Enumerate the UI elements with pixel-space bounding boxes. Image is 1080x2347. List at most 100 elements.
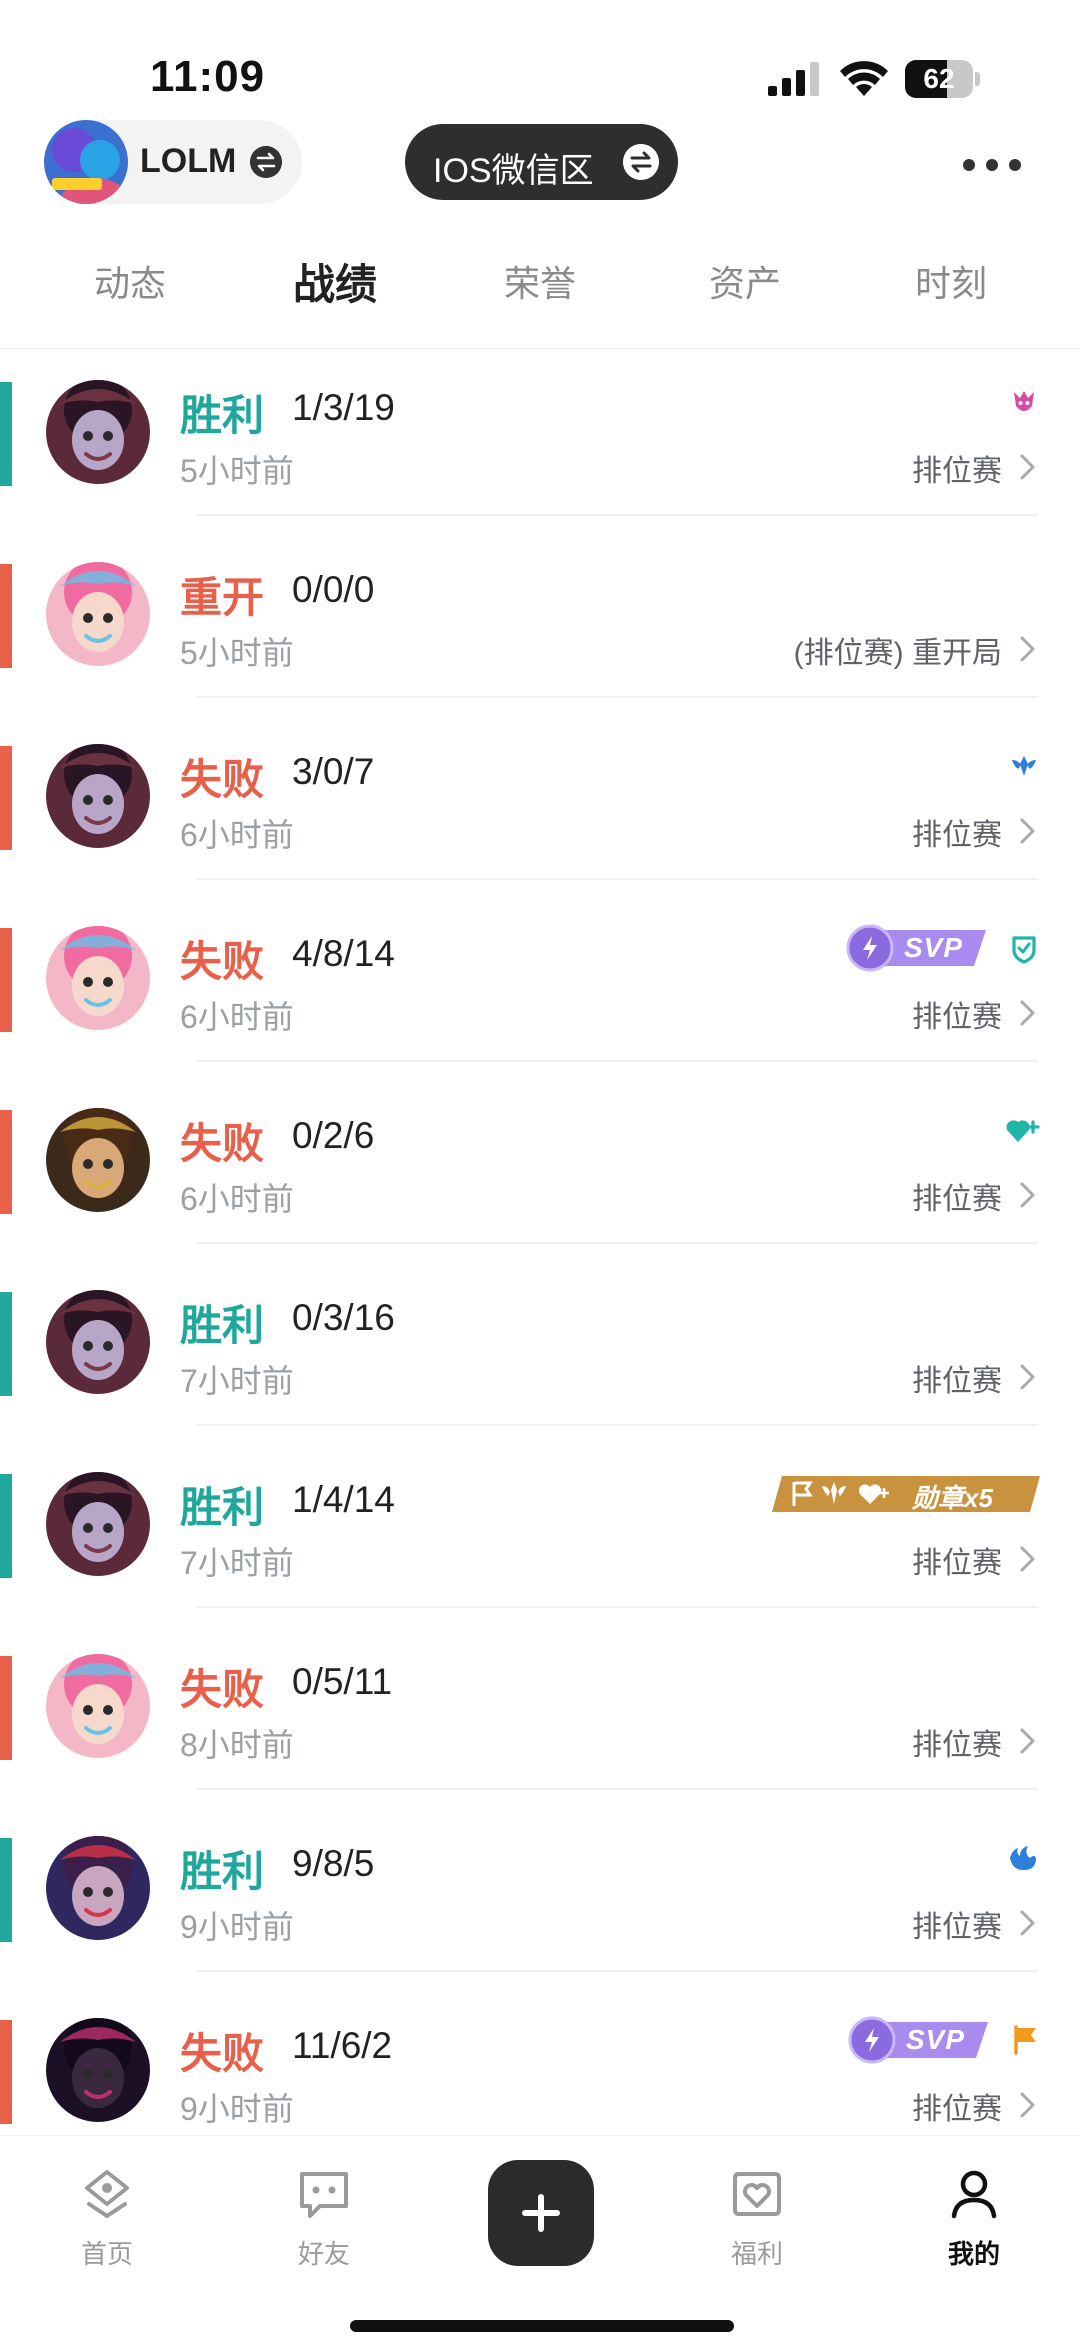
tab-match-record[interactable]: 战绩 [255, 251, 415, 312]
match-mode: (排位赛) 重开局 [793, 637, 1002, 670]
match-badges: 勋章x5 [772, 1468, 1040, 1520]
match-mode: 排位赛 [912, 1365, 1002, 1398]
nav-profile[interactable]: 我的 [914, 2164, 1034, 2271]
match-mode: 排位赛 [912, 819, 1002, 852]
match-time: 9小时前 [180, 2091, 294, 2127]
match-row[interactable]: 胜利 1/3/19 5小时前 排位赛 [0, 334, 1080, 516]
match-result: 失败 [180, 2030, 265, 2077]
tab-assets[interactable]: 资产 [665, 255, 825, 307]
result-indicator [0, 2020, 12, 2124]
nav-profile-label: 我的 [947, 2239, 1000, 2269]
match-result: 重开 [180, 574, 265, 621]
match-row[interactable]: 失败 0/5/11 8小时前 排位赛 [0, 1608, 1080, 1790]
plus-icon [522, 2194, 560, 2232]
status-time: 11:09 [150, 52, 266, 101]
champion-avatar [46, 1108, 150, 1212]
match-row[interactable]: 失败 3/0/7 6小时前 排位赛 [0, 698, 1080, 880]
medal-label: 勋章x5 [912, 1483, 993, 1513]
match-row[interactable]: 重开 0/0/0 5小时前 (排位赛) 重开局 [0, 516, 1080, 698]
support-icon [1008, 750, 1040, 782]
match-result: 胜利 [180, 392, 265, 439]
server-switcher[interactable]: IOS微信区 [405, 124, 678, 200]
nav-home[interactable]: 首页 [47, 2164, 167, 2271]
game-switcher[interactable]: LOLM [44, 120, 302, 204]
champion-avatar [46, 744, 150, 848]
bottom-nav: 首页 好友 福利 我的 [0, 2135, 1080, 2347]
shield-icon [1008, 932, 1040, 964]
svp-label: SVP [906, 2024, 966, 2055]
result-indicator [0, 746, 12, 850]
flag-icon [1010, 2023, 1040, 2057]
match-result: 胜利 [180, 1484, 265, 1531]
heal-heart-icon [1004, 1114, 1040, 1146]
nav-welfare[interactable]: 福利 [697, 2164, 817, 2271]
champion-avatar [46, 380, 150, 484]
more-icon[interactable] [962, 158, 1022, 172]
match-time: 7小时前 [180, 1363, 294, 1399]
chevron-right-icon [1020, 1910, 1035, 1936]
chevron-right-icon [1020, 2092, 1035, 2118]
match-kda: 0/0/0 [292, 569, 375, 610]
chevron-right-icon [1020, 636, 1035, 662]
match-row[interactable]: 失败 11/6/2 9小时前 SVP 排位赛 [0, 1972, 1080, 2154]
match-row[interactable]: 胜利 1/4/14 7小时前 勋章x5 排位赛 [0, 1426, 1080, 1608]
profile-icon [951, 2170, 997, 2219]
match-time: 6小时前 [180, 817, 294, 853]
champion-avatar [46, 926, 150, 1030]
svp-badge: SVP [848, 2016, 990, 2064]
match-row[interactable]: 失败 4/8/14 6小时前 SVP 排位赛 [0, 880, 1080, 1062]
match-mode: 排位赛 [912, 1547, 1002, 1580]
game-avatar [44, 120, 128, 204]
match-time: 8小时前 [180, 1727, 294, 1763]
match-result: 失败 [180, 938, 265, 985]
match-kda: 9/8/5 [292, 1843, 375, 1884]
result-indicator [0, 564, 12, 668]
tab-honor[interactable]: 荣誉 [460, 255, 620, 307]
match-row[interactable]: 胜利 9/8/5 9小时前 排位赛 [0, 1790, 1080, 1972]
medal-strip: 勋章x5 [772, 1474, 1040, 1514]
result-indicator [0, 928, 12, 1032]
champion-avatar [46, 1472, 150, 1576]
server-name: IOS微信区 [433, 152, 594, 190]
match-kda: 0/3/16 [292, 1297, 395, 1338]
result-indicator [0, 382, 12, 486]
swap-icon [250, 146, 282, 178]
match-row[interactable]: 胜利 0/3/16 7小时前 排位赛 [0, 1244, 1080, 1426]
tab-bar: 动态 战绩 荣誉 资产 时刻 [0, 255, 1080, 315]
match-kda: 0/5/11 [292, 1661, 393, 1702]
tab-moments[interactable]: 时刻 [871, 255, 1031, 307]
fire-hand-icon [1006, 1842, 1040, 1874]
nav-welfare-label: 福利 [730, 2239, 783, 2269]
nav-friends[interactable]: 好友 [264, 2164, 384, 2271]
result-indicator [0, 1474, 12, 1578]
chevron-right-icon [1020, 818, 1035, 844]
match-kda: 1/3/19 [292, 387, 395, 428]
match-time: 5小时前 [180, 635, 294, 671]
swap-icon [623, 144, 659, 180]
wifi-icon [840, 61, 888, 96]
battery-level: 62 [923, 63, 955, 94]
match-kda: 4/8/14 [292, 933, 395, 974]
match-badges [1004, 1104, 1040, 1156]
result-indicator [0, 1838, 12, 1942]
chevron-right-icon [1020, 1728, 1035, 1754]
chevron-right-icon [1020, 1546, 1035, 1572]
match-result: 胜利 [180, 1848, 265, 1895]
svp-badge: SVP [846, 924, 988, 972]
match-result: 胜利 [180, 1302, 265, 1349]
svp-label: SVP [904, 932, 964, 963]
match-badges [1006, 1832, 1040, 1884]
mvp-demon-icon [1008, 386, 1040, 418]
match-mode: 排位赛 [912, 1729, 1002, 1762]
add-button[interactable] [488, 2160, 594, 2266]
match-mode: 排位赛 [912, 455, 1002, 488]
match-badges [1008, 376, 1040, 428]
champion-avatar [46, 2018, 150, 2122]
champion-avatar [46, 1836, 150, 1940]
tab-dynamics[interactable]: 动态 [50, 255, 210, 307]
match-badges: SVP [848, 2014, 1040, 2066]
match-time: 6小时前 [180, 1181, 294, 1217]
match-mode: 排位赛 [912, 2093, 1002, 2126]
game-name: LOLM [140, 142, 237, 180]
match-row[interactable]: 失败 0/2/6 6小时前 排位赛 [0, 1062, 1080, 1244]
